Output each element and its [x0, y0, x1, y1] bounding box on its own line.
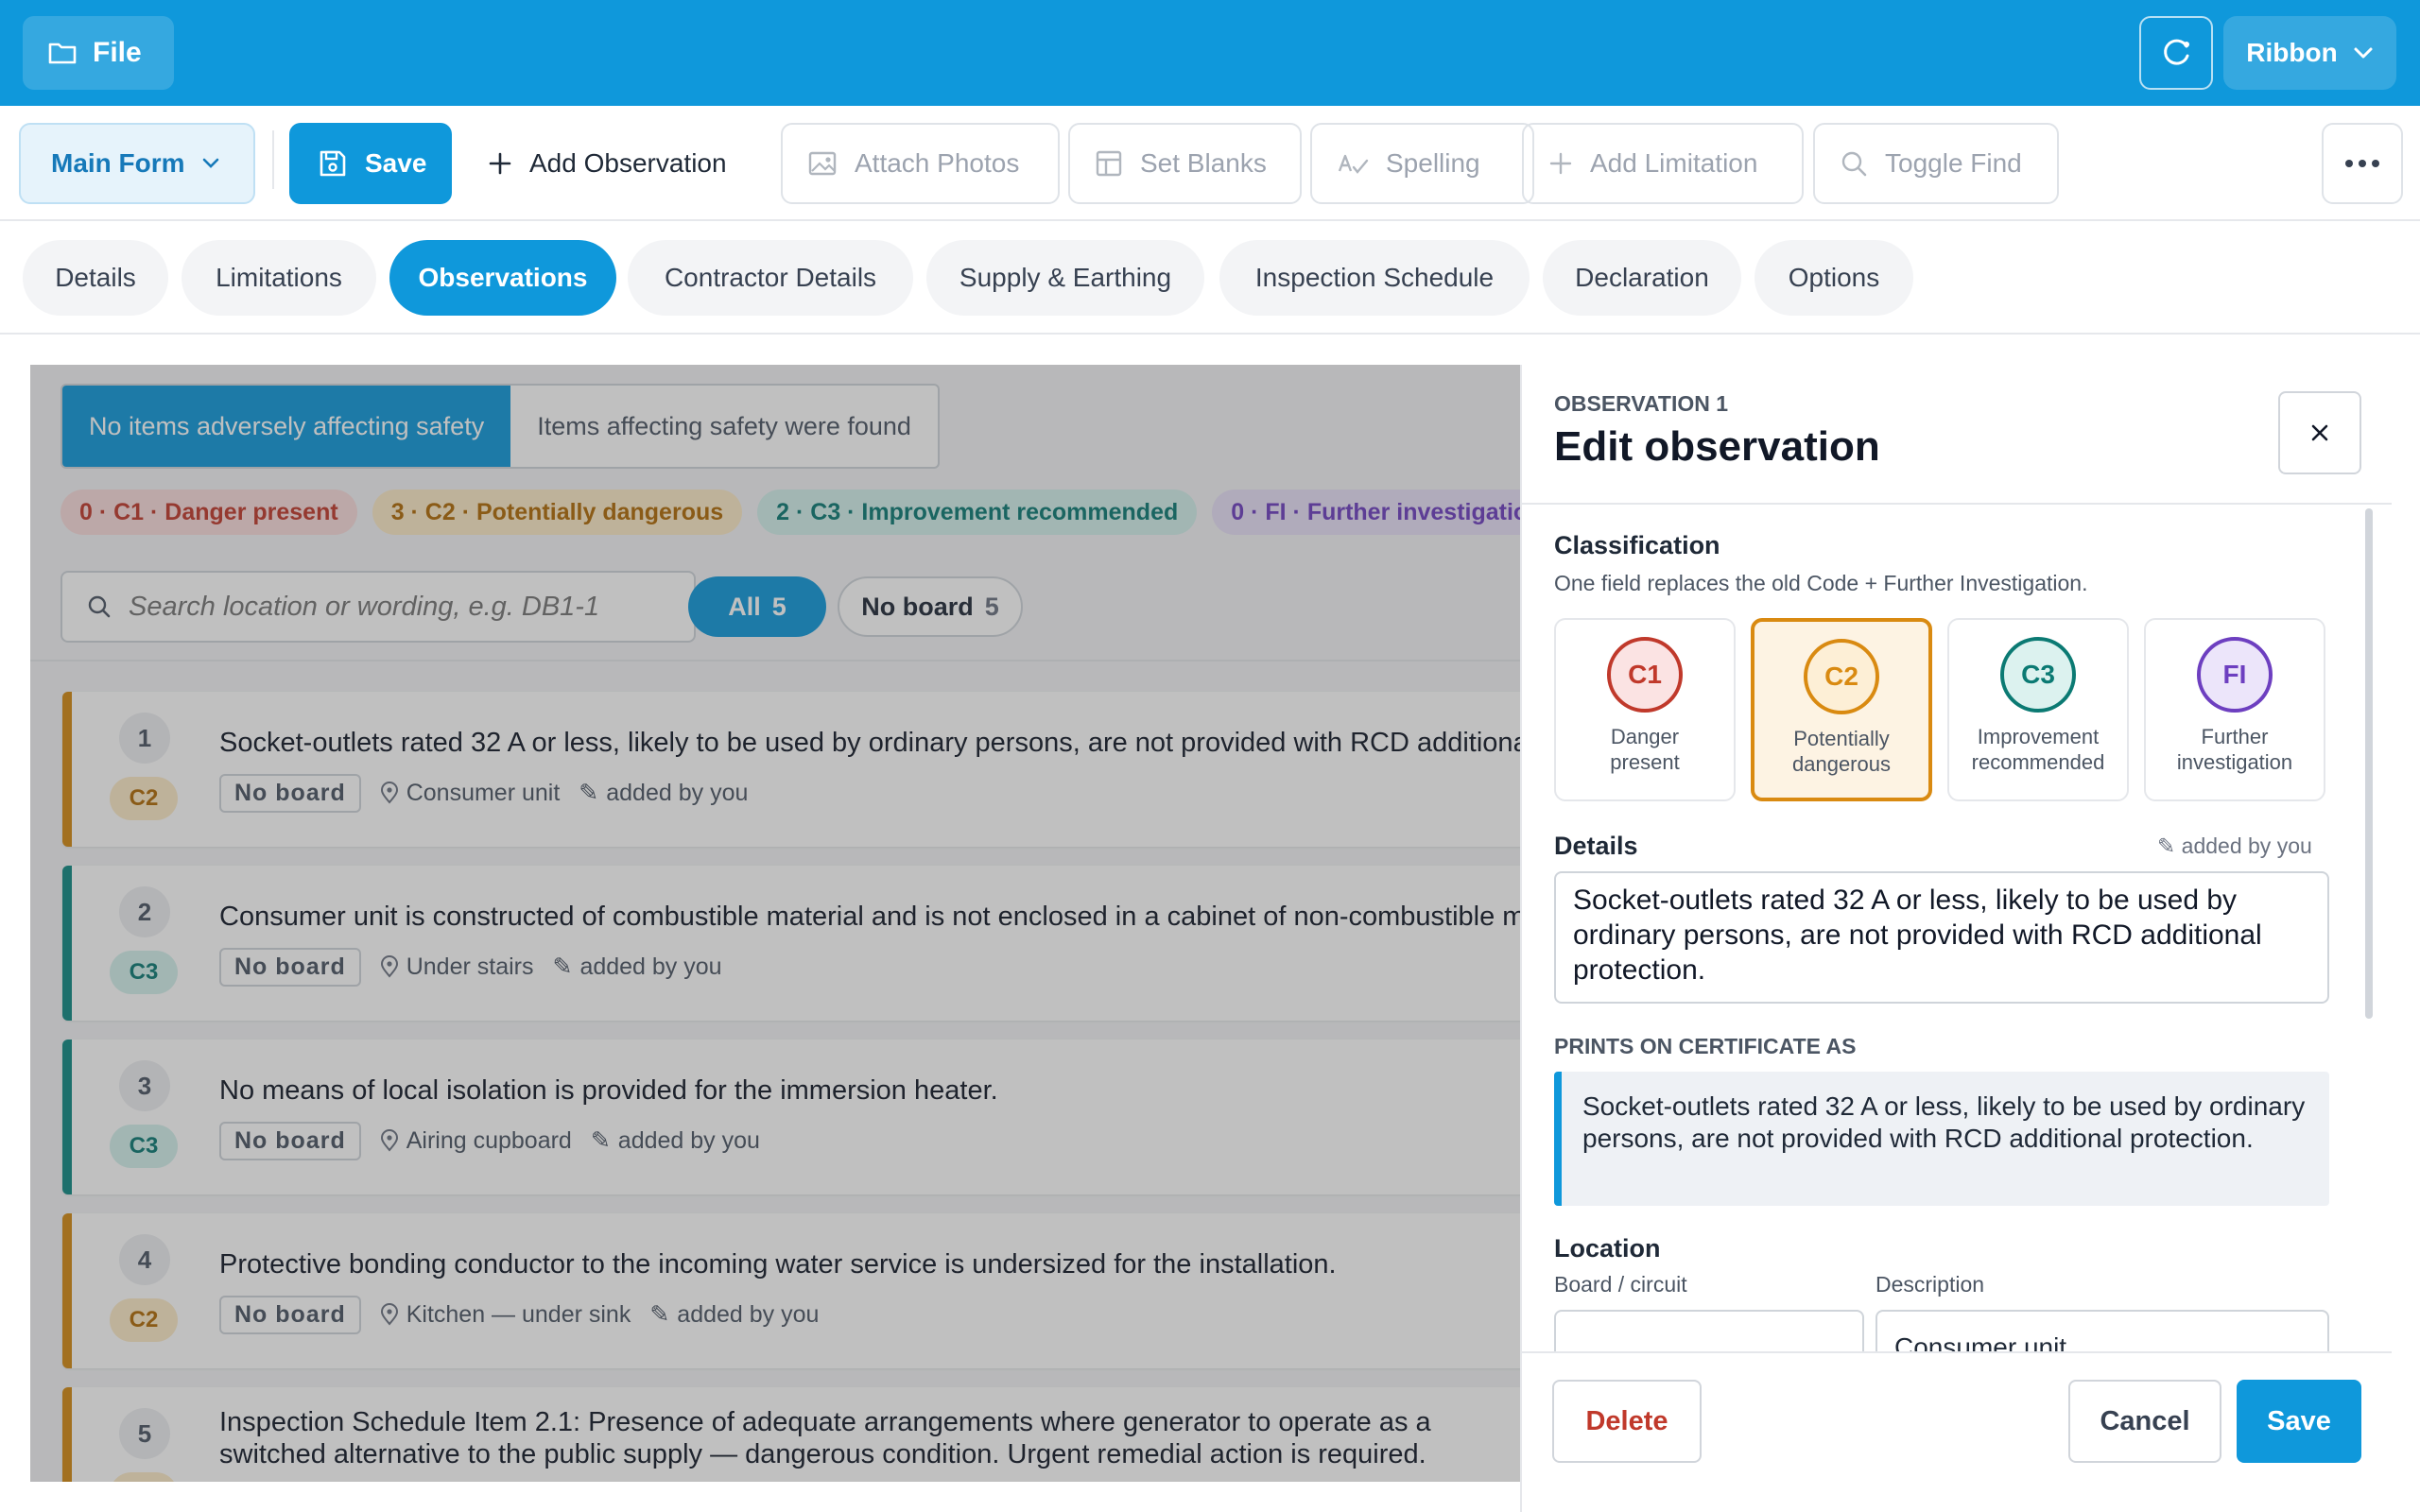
- classification-desc-c3: Improvement recommended: [1971, 725, 2105, 774]
- ribbon-label: Ribbon: [2246, 38, 2338, 67]
- set-blanks-label: Set Blanks: [1140, 148, 1267, 178]
- table-icon: [1095, 149, 1123, 178]
- modal-backdrop[interactable]: [30, 365, 1520, 1482]
- main-form-label: Main Form: [51, 148, 185, 178]
- classification-option-c3[interactable]: C3 Improvement recommended: [1947, 618, 2129, 801]
- add-observation-button[interactable]: Add Observation: [463, 123, 756, 204]
- more-options-button[interactable]: [2322, 123, 2403, 204]
- save-icon: [318, 148, 348, 179]
- search-icon: [1840, 149, 1868, 178]
- panel-save-button[interactable]: Save: [2237, 1380, 2361, 1463]
- tab-declaration[interactable]: Declaration: [1543, 240, 1741, 316]
- more-horizontal-icon: [2343, 159, 2381, 168]
- app-top-bar: File Ribbon: [0, 0, 2420, 106]
- attach-photos-label: Attach Photos: [855, 148, 1020, 178]
- plus-icon: [1548, 151, 1573, 176]
- add-limitation-button[interactable]: Add Limitation: [1522, 123, 1804, 204]
- details-author: ✎ added by you: [2157, 833, 2312, 858]
- toolbar-divider: [272, 130, 274, 189]
- classification-code-fi: FI: [2197, 637, 2273, 713]
- tab-limitations[interactable]: Limitations: [182, 240, 376, 316]
- plus-icon: [488, 151, 512, 176]
- toggle-find-button[interactable]: Toggle Find: [1813, 123, 2059, 204]
- chevron-down-icon: [202, 158, 219, 169]
- main-form-dropdown[interactable]: Main Form: [19, 123, 255, 204]
- folder-icon: [47, 40, 78, 66]
- panel-divider: [1522, 503, 2392, 505]
- attach-photos-button[interactable]: Attach Photos: [781, 123, 1060, 204]
- details-textarea[interactable]: Socket-outlets rated 32 A or less, likel…: [1554, 871, 2329, 1004]
- tab-observations[interactable]: Observations: [389, 240, 616, 316]
- delete-button[interactable]: Delete: [1552, 1380, 1702, 1463]
- chevron-down-icon: [2353, 46, 2374, 60]
- panel-footer: Delete Cancel Save: [1522, 1351, 2392, 1512]
- spelling-button[interactable]: Spelling: [1310, 123, 1534, 204]
- add-observation-label: Add Observation: [529, 148, 727, 178]
- toggle-find-label: Toggle Find: [1885, 148, 2022, 178]
- set-blanks-button[interactable]: Set Blanks: [1068, 123, 1302, 204]
- classification-code-c2: C2: [1804, 639, 1879, 714]
- observation-eyebrow: OBSERVATION 1: [1554, 391, 1729, 416]
- ribbon-toggle-button[interactable]: Ribbon: [2223, 16, 2396, 90]
- classification-code-c1: C1: [1607, 637, 1683, 713]
- classification-code-c3: C3: [2000, 637, 2076, 713]
- close-icon: [2310, 423, 2329, 442]
- classification-option-c1[interactable]: C1 Danger present: [1554, 618, 1736, 801]
- classification-label: Classification: [1554, 531, 1720, 559]
- save-button[interactable]: Save: [289, 123, 452, 204]
- save-label: Save: [365, 148, 427, 178]
- file-menu-label: File: [93, 37, 142, 68]
- classification-desc-c1: Danger present: [1610, 725, 1680, 774]
- classification-option-fi[interactable]: FI Further investigation: [2144, 618, 2325, 801]
- description-label: Description: [1876, 1272, 1985, 1297]
- edit-observation-panel: OBSERVATION 1 Edit observation Classific…: [1520, 365, 2392, 1512]
- classification-desc-fi: Further investigation: [2176, 725, 2293, 774]
- certificate-preview: Socket-outlets rated 32 A or less, likel…: [1554, 1072, 2329, 1206]
- form-tabs: Details Limitations Observations Contrac…: [0, 221, 2420, 335]
- tab-inspection-schedule[interactable]: Inspection Schedule: [1219, 240, 1530, 316]
- spelling-label: Spelling: [1386, 148, 1480, 178]
- add-limitation-label: Add Limitation: [1590, 148, 1758, 178]
- panel-title: Edit observation: [1554, 423, 1880, 470]
- board-circuit-label: Board / circuit: [1554, 1272, 1687, 1297]
- panel-scrollbar[interactable]: [2365, 508, 2373, 1019]
- spellcheck-icon: [1337, 150, 1369, 177]
- classification-hint: One field replaces the old Code + Furthe…: [1554, 571, 2088, 595]
- refresh-icon: [2158, 35, 2194, 71]
- details-label: Details: [1554, 832, 1638, 860]
- tab-options[interactable]: Options: [1754, 240, 1913, 316]
- location-label: Location: [1554, 1234, 1661, 1263]
- tab-supply-earthing[interactable]: Supply & Earthing: [926, 240, 1204, 316]
- cancel-button[interactable]: Cancel: [2068, 1380, 2221, 1463]
- file-menu-button[interactable]: File: [23, 16, 174, 90]
- tab-details[interactable]: Details: [23, 240, 168, 316]
- prints-on-certificate-label: PRINTS ON CERTIFICATE AS: [1554, 1034, 1857, 1058]
- pencil-icon: ✎: [2157, 833, 2182, 858]
- classification-desc-c2: Potentially dangerous: [1792, 727, 1891, 776]
- tab-contractor-details[interactable]: Contractor Details: [628, 240, 913, 316]
- refresh-button[interactable]: [2139, 16, 2213, 90]
- image-icon: [807, 150, 838, 177]
- classification-option-c2[interactable]: C2 Potentially dangerous: [1751, 618, 1932, 801]
- toolbar: Main Form Save Add Observation Attach Ph…: [0, 106, 2420, 221]
- close-button[interactable]: [2278, 391, 2361, 474]
